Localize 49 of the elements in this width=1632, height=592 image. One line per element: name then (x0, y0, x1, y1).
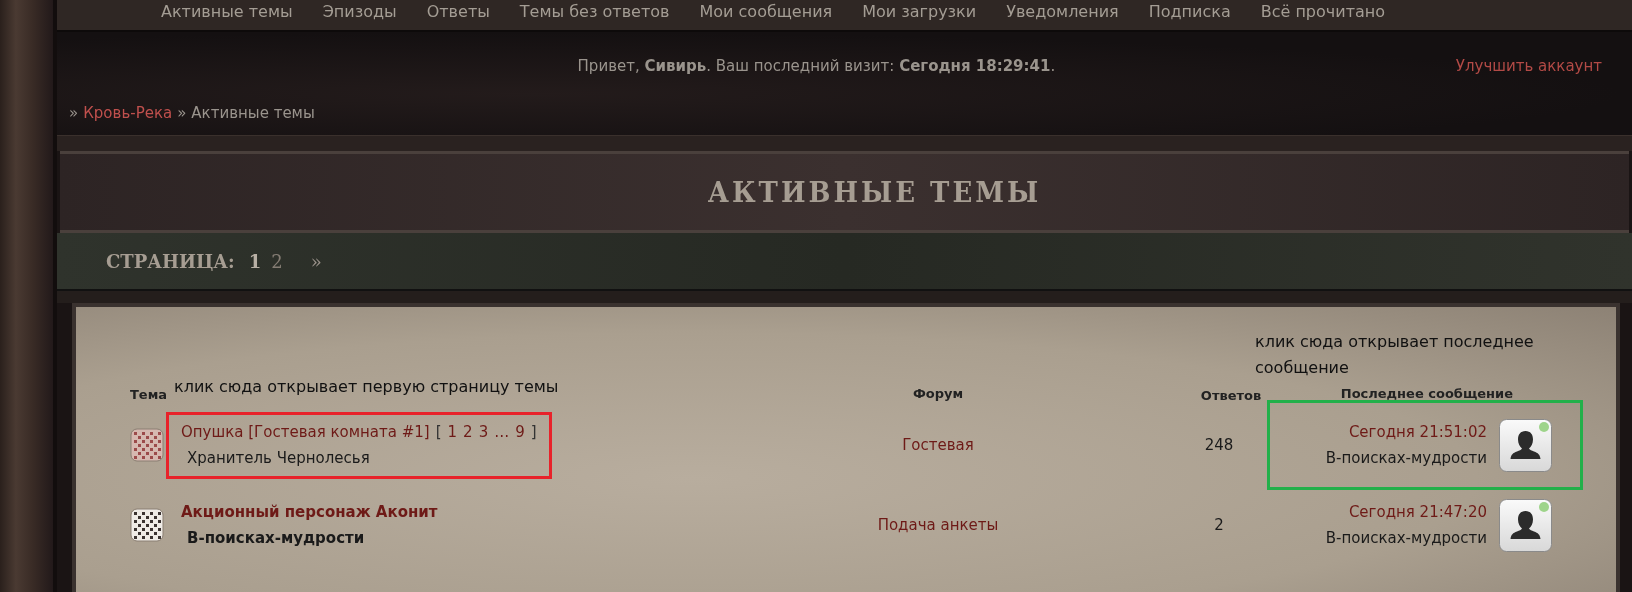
column-header: Последнее сообщение (1340, 386, 1513, 401)
forum-link[interactable]: Гостевая (902, 433, 974, 457)
author-name: В-поисках-мудрости (1325, 528, 1487, 549)
page-link[interactable]: 9 (515, 420, 525, 443)
nav-link[interactable]: Уведомления (1006, 0, 1119, 24)
annotation-text: клик сюда открывает первую страницу темы (174, 377, 559, 396)
page-title: АКТИВНЫЕ ТЕМЫ (706, 173, 1042, 210)
upgrade-account-link[interactable]: Улучшить аккаунт (1455, 54, 1602, 78)
last-post-link[interactable]: Сегодня 21:47:20 (1325, 500, 1487, 523)
annotation-text: клик сюда открывает последнее сообщение (1255, 331, 1535, 379)
page-link[interactable]: … (494, 420, 510, 443)
page-link[interactable]: 2 (271, 247, 283, 275)
breadcrumb-current: Активные темы (191, 103, 315, 124)
reply-count: 2 (1213, 514, 1225, 536)
author-name: Хранитель Чернолесья (187, 448, 371, 469)
page-link[interactable]: 2 (463, 420, 473, 443)
nav-link[interactable]: Мои сообщения (699, 0, 833, 24)
avatar-icon[interactable] (1499, 418, 1552, 472)
breadcrumb-link[interactable]: Кровь-Река (83, 102, 173, 125)
page-link[interactable]: 1 (447, 420, 458, 443)
page-link[interactable]: 1 (248, 247, 262, 275)
bracket-text: ] (530, 421, 537, 443)
topic-icon (130, 428, 164, 462)
breadcrumb-separator: » (177, 103, 187, 124)
next-page-link[interactable]: » (310, 247, 322, 275)
last-post-link[interactable]: Сегодня 21:51:02 (1325, 420, 1487, 443)
topic-link[interactable]: Акционный персонаж Аконит (181, 500, 438, 523)
column-header: Ответов (1199, 386, 1263, 405)
nav-link[interactable]: Всё прочитано (1260, 0, 1386, 24)
nav-link[interactable]: Темы без ответов (519, 0, 670, 24)
column-header: Форум (912, 386, 964, 401)
topic-icon (130, 508, 164, 542)
topic-link[interactable]: Опушка [Гостевая комната #1] (181, 420, 430, 443)
nav-link[interactable]: Подписка (1148, 0, 1231, 24)
column-header: Тема (130, 385, 169, 404)
nav-link[interactable]: Ответы (426, 0, 490, 24)
nav-link[interactable]: Активные темы (161, 0, 293, 24)
forum-link[interactable]: Подача анкеты (877, 513, 999, 537)
nav-link[interactable]: Эпизоды (322, 0, 397, 24)
breadcrumb-separator: » (69, 103, 79, 124)
author-name: В-поисках-мудрости (1325, 448, 1487, 469)
author-name: В-поисках-мудрости (187, 528, 366, 549)
avatar-icon[interactable] (1499, 498, 1552, 552)
pagination-label: СТРАНИЦА: (106, 249, 235, 274)
page-link[interactable]: 3 (478, 420, 489, 443)
reply-count: 248 (1203, 434, 1235, 456)
bracket-text: [ (435, 421, 442, 443)
nav-link[interactable]: Мои загрузки (862, 0, 977, 24)
greeting-text: Привет, Сивирь. Ваш последний визит: Сегодня 18:29:41. (577, 55, 1056, 77)
